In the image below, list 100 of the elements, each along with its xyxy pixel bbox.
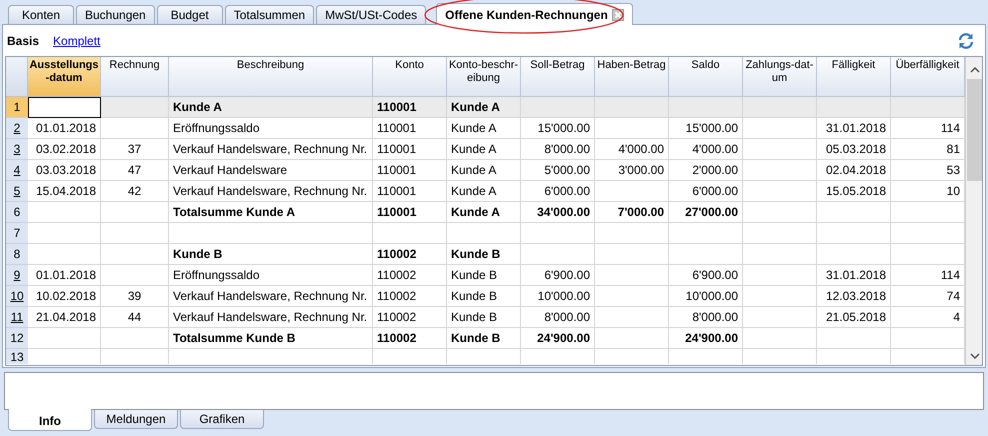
table-cell: 6'900.00 xyxy=(669,265,743,286)
row-number[interactable]: 13 xyxy=(6,349,28,364)
table-cell: 01.01.2018 xyxy=(28,265,101,286)
empty-cell xyxy=(101,244,169,265)
row-number[interactable]: 7 xyxy=(6,223,28,244)
row-number[interactable]: 3 xyxy=(6,139,28,160)
table-cell: 37 xyxy=(101,139,169,160)
sheet-tab[interactable]: Buchungen xyxy=(76,5,155,24)
sheet-tab[interactable]: MwSt/USt-Codes xyxy=(316,5,426,24)
column-header[interactable]: Konto xyxy=(373,57,447,97)
total-cell: 7'000.00 xyxy=(595,202,669,223)
row-number[interactable]: 5 xyxy=(6,181,28,202)
table-cell: 4'000.00 xyxy=(669,139,743,160)
table-cell: Verkauf Handelsware, Rechnung Nr. xyxy=(169,181,373,202)
table-cell: 21.04.2018 xyxy=(28,307,101,328)
table-cell: 5'000.00 xyxy=(521,160,595,181)
empty-cell xyxy=(101,265,169,286)
table-cell: 01.01.2018 xyxy=(28,118,101,139)
table-cell: 31.01.2018 xyxy=(817,265,891,286)
table-cell: Kunde B xyxy=(447,307,521,328)
table-cell: Verkauf Handelsware, Rechnung Nr. xyxy=(169,286,373,307)
table-cell: Verkauf Handelsware, Rechnung Nr. xyxy=(169,139,373,160)
table-cell: 42 xyxy=(101,181,169,202)
row-number[interactable]: 8 xyxy=(6,244,28,265)
table-cell: 21.05.2018 xyxy=(817,307,891,328)
current-cell[interactable] xyxy=(28,97,101,118)
column-header[interactable]: Überfälligkeit xyxy=(891,57,965,97)
row-number[interactable]: 11 xyxy=(6,307,28,328)
column-header[interactable]: Fälligkeit xyxy=(817,57,891,97)
table-cell: 110001 xyxy=(373,181,447,202)
table-cell: 6'000.00 xyxy=(521,181,595,202)
sheet-tab[interactable]: Totalsummen xyxy=(224,5,314,24)
table-cell: 8'000.00 xyxy=(521,307,595,328)
table-cell: 110002 xyxy=(373,286,447,307)
table-cell: 10'000.00 xyxy=(669,286,743,307)
table-cell: 05.03.2018 xyxy=(817,139,891,160)
column-header[interactable]: Ausstellungs-datum xyxy=(28,57,101,97)
column-header[interactable]: Haben-Betrag xyxy=(595,57,669,97)
total-cell: 34'000.00 xyxy=(521,202,595,223)
column-header[interactable]: Soll-Betrag xyxy=(521,57,595,97)
row-number[interactable]: 10 xyxy=(6,286,28,307)
table-cell: 2'000.00 xyxy=(669,160,743,181)
table-cell: 3'000.00 xyxy=(595,160,669,181)
table-cell: 4'000.00 xyxy=(595,139,669,160)
table-cell: 10'000.00 xyxy=(521,286,595,307)
panel-tab[interactable]: Meldungen xyxy=(94,410,178,429)
scroll-up-icon[interactable] xyxy=(970,67,980,73)
row-number[interactable]: 2 xyxy=(6,118,28,139)
sheet-tab[interactable]: Konten xyxy=(8,5,74,24)
table-cell: 6'900.00 xyxy=(521,265,595,286)
table-cell: 10.02.2018 xyxy=(28,286,101,307)
table-cell: 12.03.2018 xyxy=(817,286,891,307)
row-number[interactable]: 9 xyxy=(6,265,28,286)
panel-tab[interactable]: Info xyxy=(8,409,92,431)
table-cell: 31.01.2018 xyxy=(817,118,891,139)
total-cell: Totalsumme Kunde B xyxy=(169,328,373,349)
column-header[interactable]: Konto-beschr-eibung xyxy=(447,57,521,97)
table-cell: Kunde A xyxy=(447,118,521,139)
view-link[interactable]: Komplett xyxy=(53,34,100,48)
panel-tab[interactable]: Grafiken xyxy=(180,410,264,429)
table-cell: Kunde A xyxy=(447,181,521,202)
row-number[interactable]: 12 xyxy=(6,328,28,349)
sheet-tab[interactable]: Offene Kunden-Rechnungen xyxy=(436,3,633,25)
empty-cell xyxy=(101,118,169,139)
total-cell: 110001 xyxy=(373,202,447,223)
scroll-down-icon[interactable] xyxy=(970,353,980,359)
table-cell: 03.03.2018 xyxy=(28,160,101,181)
corner-cell[interactable] xyxy=(6,57,28,97)
table-cell: Verkauf Handelsware, Rechnung Nr. xyxy=(169,307,373,328)
vertical-scrollbar[interactable] xyxy=(965,57,982,365)
group-cell: 110001 xyxy=(373,97,447,118)
total-cell: 24'900.00 xyxy=(669,328,743,349)
table-cell: 15.04.2018 xyxy=(28,181,101,202)
column-header[interactable]: Zahlungs-dat-um xyxy=(743,57,817,97)
column-header[interactable]: Beschreibung xyxy=(169,57,373,97)
total-cell: 24'900.00 xyxy=(521,328,595,349)
total-cell: Totalsumme Kunde A xyxy=(169,202,373,223)
table-cell: 8'000.00 xyxy=(669,307,743,328)
total-cell: 27'000.00 xyxy=(669,202,743,223)
row-number[interactable]: 6 xyxy=(6,202,28,223)
row-number[interactable]: 4 xyxy=(6,160,28,181)
table-cell: Kunde B xyxy=(447,265,521,286)
table-cell: Kunde B xyxy=(447,286,521,307)
group-cell: Kunde B xyxy=(169,244,373,265)
table-cell: 39 xyxy=(101,286,169,307)
group-cell: Kunde A xyxy=(169,97,373,118)
sheet-tab[interactable]: Budget xyxy=(156,5,223,24)
table-cell: 8'000.00 xyxy=(521,139,595,160)
view-label[interactable]: Basis xyxy=(7,34,40,48)
table-cell: 6'000.00 xyxy=(669,181,743,202)
group-cell: Kunde A xyxy=(447,97,521,118)
close-icon[interactable] xyxy=(612,8,624,20)
table-cell: 15'000.00 xyxy=(669,118,743,139)
empty-cell xyxy=(101,202,169,223)
column-header[interactable]: Rechnung xyxy=(101,57,169,97)
refresh-icon[interactable] xyxy=(957,32,975,50)
scrollbar-thumb[interactable] xyxy=(967,79,982,181)
column-header[interactable]: Saldo xyxy=(669,57,743,97)
row-number[interactable]: 1 xyxy=(6,97,28,118)
table-cell: 15.05.2018 xyxy=(817,181,891,202)
